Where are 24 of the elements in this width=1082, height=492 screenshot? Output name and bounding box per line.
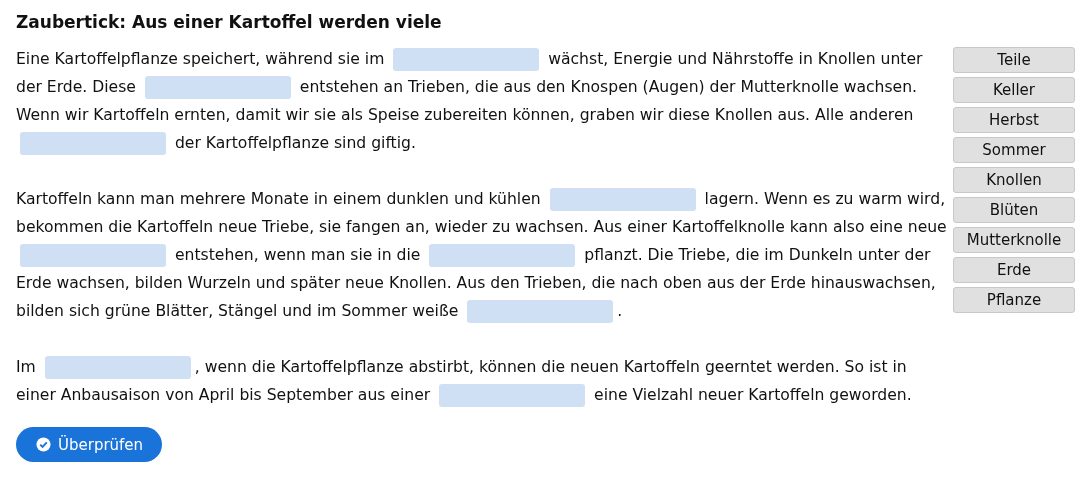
word-chip[interactable]: Keller	[953, 77, 1075, 103]
check-button[interactable]: Überprüfen	[16, 427, 163, 462]
blank-field[interactable]	[467, 300, 614, 323]
exercise-title: Zaubertick: Aus einer Kartoffel werden viele	[16, 12, 443, 32]
blank-field[interactable]	[20, 244, 166, 267]
word-chip[interactable]: Sommer	[953, 137, 1075, 163]
blank-field[interactable]	[44, 356, 191, 379]
word-chip[interactable]: Blüten	[953, 197, 1075, 223]
paragraph-text: Im , wenn die Kartoffelpflanze abstirbt, können die neuen Kartoffeln geerntet werden. So ist in einer Anbausaison von April bis September aus einer eine Vielzahl neuer Kartoffeln geworden.	[16, 353, 950, 409]
blank-field[interactable]	[393, 48, 540, 71]
word-chip[interactable]: Pflanze	[953, 287, 1075, 313]
paragraph-text: Kartoffeln kann man mehrere Monate in einem dunklen und kühlen lagern. Wenn es zu warm wird, bekommen die Kartoffeln neue Triebe, sie fangen an, wieder zu wachsen. Aus einer Kartoffelknolle kann also eine neue entstehen, wenn man sie in die pflanzt. Die Triebe, die im Dunkeln unter der Erde wachsen, bilden Wurzeln und später neue Knollen. Aus den Trieben, die nach oben aus der Erde hinauswachsen, bilden sich grüne Blätter, Stängel und im Sommer weiße .	[16, 185, 950, 325]
blank-field[interactable]	[144, 76, 291, 99]
blank-field[interactable]	[20, 132, 166, 155]
word-chip[interactable]: Herbst	[953, 107, 1075, 133]
word-chip[interactable]: Mutterknolle	[953, 227, 1075, 253]
blank-field[interactable]	[439, 384, 586, 407]
word-chip[interactable]: Erde	[953, 257, 1075, 283]
blank-field[interactable]	[549, 188, 696, 211]
word-chip[interactable]: Teile	[953, 47, 1075, 73]
check-circle-icon	[36, 437, 51, 452]
word-chip[interactable]: Knollen	[953, 167, 1075, 193]
blank-field[interactable]	[429, 244, 576, 267]
paragraph-text: Eine Kartoffelpflanze speichert, während sie im wächst, Energie und Nährstoffe in Knollen unter der Erde. Diese entstehen an Trieben, die aus den Knospen (Augen) der Mutterknolle wachsen. Wenn wir Kartoffeln ernten, damit wir sie als Speise zubereiten können, graben wir diese Knollen aus. Alle anderen der Kartoffelpflanze sind giftig.	[16, 45, 950, 157]
